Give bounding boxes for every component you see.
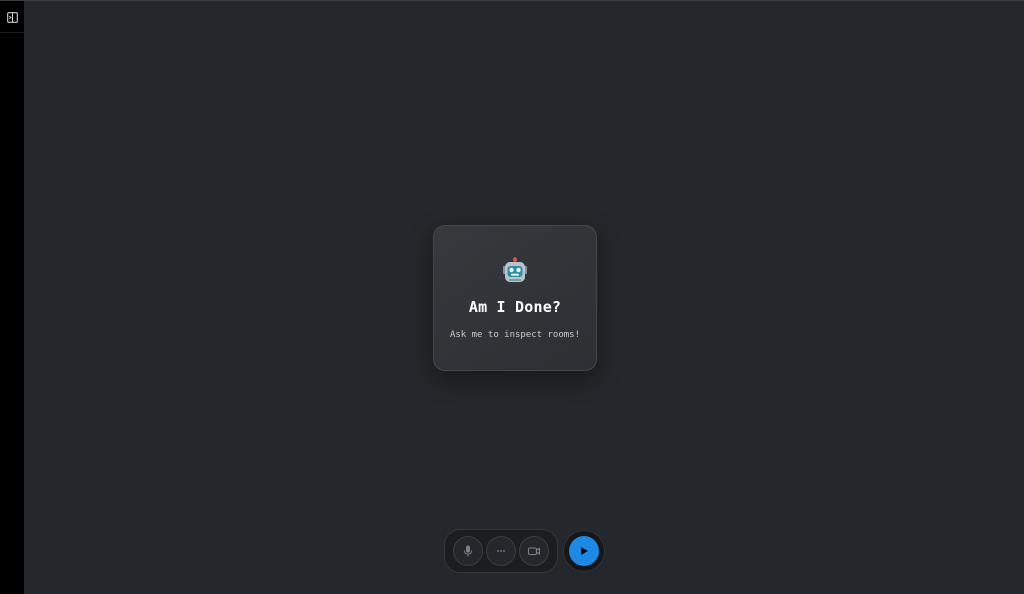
video-camera-icon — [528, 547, 541, 556]
robot-icon — [503, 257, 527, 282]
welcome-subtitle: Ask me to inspect rooms! — [449, 330, 581, 340]
camera-button[interactable] — [519, 536, 550, 566]
send-button-wrapper — [563, 530, 605, 572]
microphone-button[interactable] — [452, 536, 483, 566]
send-button[interactable] — [569, 536, 599, 566]
control-bar — [444, 529, 558, 573]
more-options-button[interactable] — [485, 536, 516, 566]
welcome-card: Am I Done? Ask me to inspect rooms! — [433, 225, 597, 371]
main-area: Am I Done? Ask me to inspect rooms! — [24, 1, 1024, 594]
welcome-title: Am I Done? — [468, 298, 562, 316]
sidebar-toggle-icon — [6, 12, 18, 23]
more-horizontal-icon — [497, 550, 505, 552]
play-icon — [581, 547, 588, 555]
microphone-icon — [463, 545, 472, 557]
sidebar-toggle-button[interactable] — [0, 3, 24, 33]
sidebar — [0, 1, 24, 594]
